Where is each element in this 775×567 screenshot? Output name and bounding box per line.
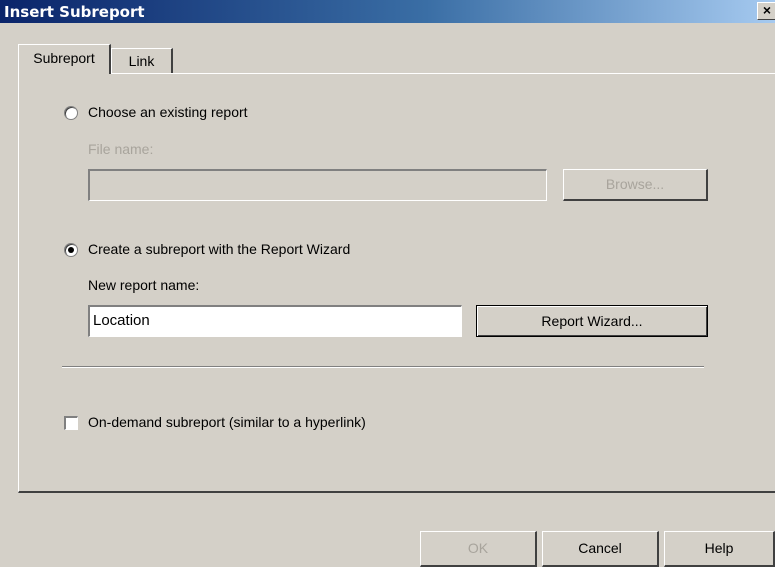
subreport-panel <box>18 73 775 493</box>
title-bar: Insert Subreport × <box>0 0 775 23</box>
tab-link[interactable]: Link <box>111 48 173 74</box>
ok-button[interactable]: OK <box>420 531 537 567</box>
close-icon[interactable]: × <box>757 2 775 20</box>
cancel-button[interactable]: Cancel <box>542 531 659 567</box>
window-title: Insert Subreport <box>4 3 145 21</box>
tab-subreport[interactable]: Subreport <box>18 44 111 74</box>
help-button[interactable]: Help <box>664 531 775 567</box>
